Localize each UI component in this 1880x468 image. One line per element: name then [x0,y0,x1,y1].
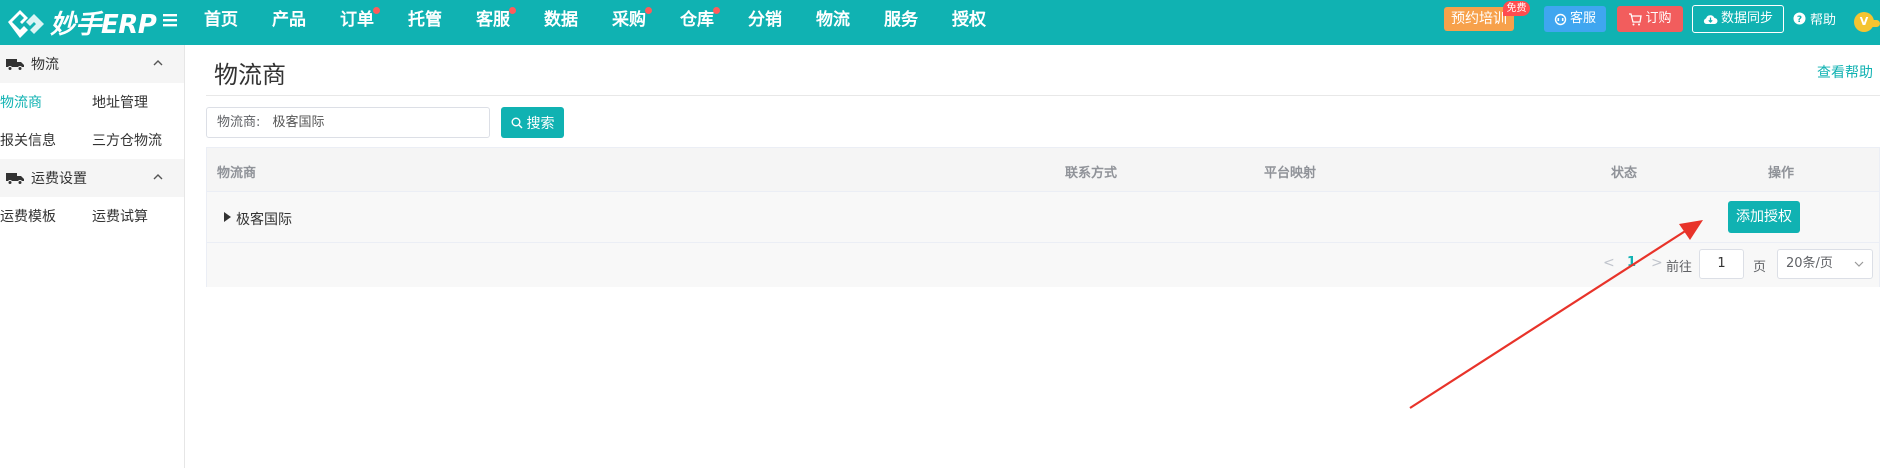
provider-name: 极客国际 [236,212,292,228]
search-field-value: 极客国际 [272,115,325,130]
cart-icon [1629,12,1643,25]
truck-icon [6,59,24,71]
logo-icon [8,10,44,38]
nav-item-label: 服务 [884,10,918,30]
search-button-label: 搜索 [526,115,555,132]
sidebar-group-label: 物流 [31,57,59,73]
data-sync-button[interactable]: 数据同步 [1692,5,1784,33]
sidebar-group-shipping-settings[interactable]: 运费设置 [0,159,184,197]
column-header-actions: 操作 [1768,166,1795,181]
customer-service-label: 客服 [1569,11,1596,26]
sidebar: 物流 物流商 地址管理 报关信息 三方仓物流 运费设置 运费模板 运费试算 [0,45,185,468]
table-header: 物流商 联系方式 平台映射 状态 操作 [207,148,1879,192]
nav-item-label: 托管 [408,10,442,30]
sidebar-group-label: 运费设置 [31,171,87,187]
svg-text:?: ? [1797,15,1802,25]
column-header-provider: 物流商 [217,166,257,181]
page-number[interactable]: 1 [1627,255,1636,270]
nav-item-label: 客服 [476,10,510,30]
nav-item-label: 数据 [544,10,578,30]
sidebar-item-third-party-warehouse[interactable]: 三方仓物流 [92,130,184,150]
notification-dot [713,7,720,14]
nav-item-label: 采购 [612,10,646,30]
nav-item-label: 产品 [272,10,306,30]
nav-item[interactable]: 采购 [604,0,654,45]
customer-service-button[interactable]: 客服 [1544,6,1606,32]
pagination: < 1 > 前往 1 页 20条/页 [207,243,1879,287]
search-icon [511,117,522,128]
column-header-platform-mapping: 平台映射 [1264,166,1317,181]
notification-dot [645,7,652,14]
nav-item[interactable]: 产品 [264,0,314,45]
expand-caret-icon[interactable] [224,212,231,222]
table-row: 极客国际 添加授权 [207,192,1879,243]
page-unit-label: 页 [1753,260,1767,275]
menu-toggle-icon[interactable] [161,9,181,31]
vip-avatar[interactable]: V [1854,12,1874,32]
sidebar-item-address-management[interactable]: 地址管理 [92,92,184,112]
page-size-value: 20条/页 [1786,256,1833,271]
brand-logo[interactable]: 妙手ERP [4,4,157,40]
nav-item-label: 首页 [204,10,238,30]
page-size-select[interactable]: 20条/页 [1777,249,1873,279]
add-authorization-button[interactable]: 添加授权 [1728,201,1800,233]
logistics-provider-table: 物流商 联系方式 平台映射 状态 操作 极客国际 添加授权 < 1 > 前往 1… [206,147,1880,287]
goto-label: 前往 [1666,260,1693,275]
logistics-provider-search-input[interactable]: 物流商: 极客国际 [206,107,490,138]
question-icon: ? [1793,12,1806,25]
sidebar-group-logistics[interactable]: 物流 [0,45,184,83]
free-badge: 免费 [1503,1,1530,16]
nav-item[interactable]: 物流 [808,0,858,45]
chevron-up-icon [153,174,163,180]
divider [206,95,1880,96]
sidebar-item-shipping-calculator[interactable]: 运费试算 [92,206,184,226]
nav-item[interactable]: 仓库 [672,0,722,45]
help-label: 帮助 [1810,13,1837,28]
column-header-contact: 联系方式 [1065,166,1118,181]
nav-item-label: 物流 [816,10,850,30]
cloud-download-icon [1703,15,1718,25]
notification-dot [373,7,380,14]
page-title: 物流商 [214,61,286,89]
nav-item[interactable]: 分销 [740,0,790,45]
help-link[interactable]: ? 帮助 [1793,9,1836,28]
nav-item[interactable]: 授权 [944,0,994,45]
sidebar-item-logistics-provider[interactable]: 物流商 [0,92,92,112]
goto-page-input[interactable]: 1 [1699,249,1744,279]
nav-item[interactable]: 客服 [468,0,518,45]
headset-icon [1554,13,1567,25]
sidebar-item-shipping-template[interactable]: 运费模板 [0,206,92,226]
nav-item[interactable]: 首页 [196,0,246,45]
nav-item-label: 授权 [952,10,986,30]
column-header-status: 状态 [1611,166,1638,181]
view-help-link[interactable]: 查看帮助 [1817,62,1873,82]
chevron-up-icon [153,60,163,66]
subscribe-button[interactable]: 订购 [1617,6,1683,32]
next-page-button[interactable]: > [1651,255,1663,271]
top-navbar: 妙手ERP 首页 产品 订单 托管 客服 数据 采购 仓库 分销 物流 服务 授权 预约培训 免费 客… [0,0,1880,45]
main-nav: 首页 产品 订单 托管 客服 数据 采购 仓库 分销 物流 服务 授权 [184,0,1012,45]
notification-dot [509,7,516,14]
sidebar-item-customs-info[interactable]: 报关信息 [0,130,92,150]
truck-icon [6,173,24,185]
nav-item[interactable]: 数据 [536,0,586,45]
nav-item-label: 订单 [340,10,374,30]
search-button[interactable]: 搜索 [501,107,564,138]
main-content: 物流商 查看帮助 物流商: 极客国际 搜索 物流商 联系方式 平台映射 状态 操… [186,45,1880,468]
data-sync-label: 数据同步 [1720,11,1773,26]
chevron-down-icon [1854,261,1864,267]
nav-item-label: 分销 [748,10,782,30]
subscribe-label: 订购 [1645,11,1672,26]
brand-name: 妙手ERP [50,9,157,40]
prev-page-button[interactable]: < [1603,255,1615,271]
nav-item[interactable]: 订单 [332,0,382,45]
search-field-label: 物流商: [217,115,261,130]
nav-item[interactable]: 服务 [876,0,926,45]
nav-item[interactable]: 托管 [400,0,450,45]
nav-item-label: 仓库 [680,10,714,30]
